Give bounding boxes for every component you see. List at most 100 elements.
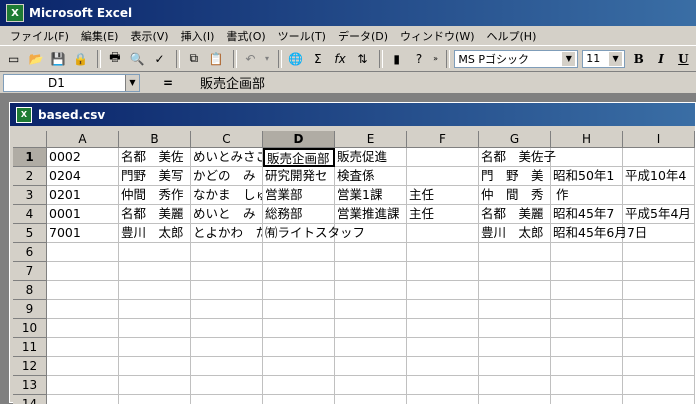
cell-h4[interactable]: 昭和45年7: [551, 205, 623, 224]
cell-g12[interactable]: [479, 357, 551, 376]
column-header-g[interactable]: G: [479, 131, 551, 148]
menu-edit[interactable]: 編集(E): [75, 28, 125, 44]
row-header-6[interactable]: 6: [13, 243, 47, 262]
menu-format[interactable]: 書式(O): [220, 28, 271, 44]
cell-h10[interactable]: [551, 319, 623, 338]
column-header-a[interactable]: A: [47, 131, 119, 148]
row-header-2[interactable]: 2: [13, 167, 47, 186]
cell-d4[interactable]: 総務部: [263, 205, 335, 224]
menu-help[interactable]: ヘルプ(H): [481, 28, 543, 44]
column-header-i[interactable]: I: [623, 131, 695, 148]
copy-icon[interactable]: ⧉: [184, 49, 203, 69]
cell-g8[interactable]: [479, 281, 551, 300]
font-size-select[interactable]: 11 ▼: [582, 49, 626, 68]
cell-c7[interactable]: [191, 262, 263, 281]
cell-c5[interactable]: とよかわ た: [191, 224, 263, 243]
column-header-h[interactable]: H: [551, 131, 623, 148]
cell-b9[interactable]: [119, 300, 191, 319]
cell-g1[interactable]: 名都 美佐子: [479, 148, 556, 167]
cell-c10[interactable]: [191, 319, 263, 338]
print-preview-icon[interactable]: 🔍: [128, 49, 147, 69]
cell-e11[interactable]: [335, 338, 407, 357]
cell-c3[interactable]: なかま しゅ: [191, 186, 263, 205]
menu-insert[interactable]: 挿入(I): [175, 28, 221, 44]
chevron-down-icon[interactable]: ▼: [125, 74, 139, 91]
menu-tools[interactable]: ツール(T): [272, 28, 332, 44]
chart-wizard-icon[interactable]: ▮: [387, 49, 406, 69]
cell-h2[interactable]: 昭和50年1: [551, 167, 623, 186]
cell-b7[interactable]: [119, 262, 191, 281]
cell-g13[interactable]: [479, 376, 551, 395]
cell-a9[interactable]: [47, 300, 119, 319]
cell-b8[interactable]: [119, 281, 191, 300]
column-header-f[interactable]: F: [407, 131, 479, 148]
cell-a6[interactable]: [47, 243, 119, 262]
cell-b10[interactable]: [119, 319, 191, 338]
menu-data[interactable]: データ(D): [332, 28, 394, 44]
cell-f1[interactable]: [407, 148, 479, 167]
cell-b1[interactable]: 名都 美佐: [119, 148, 191, 167]
cell-d11[interactable]: [263, 338, 335, 357]
cell-c8[interactable]: [191, 281, 263, 300]
cell-f13[interactable]: [407, 376, 479, 395]
undo-icon[interactable]: ↶: [241, 49, 260, 69]
cell-d3[interactable]: 営業部: [263, 186, 335, 205]
italic-button[interactable]: I: [651, 49, 670, 69]
cell-e1[interactable]: 販売促進: [335, 148, 407, 167]
row-header-4[interactable]: 4: [13, 205, 47, 224]
cell-e7[interactable]: [335, 262, 407, 281]
cell-g11[interactable]: [479, 338, 551, 357]
cell-h12[interactable]: [551, 357, 623, 376]
row-header-7[interactable]: 7: [13, 262, 47, 281]
cell-i2[interactable]: 平成10年4: [623, 167, 695, 186]
cell-i10[interactable]: [623, 319, 695, 338]
spelling-icon[interactable]: ✓: [150, 49, 169, 69]
cell-h13[interactable]: [551, 376, 623, 395]
cell-d1[interactable]: 販売企画部: [263, 148, 335, 167]
cell-d10[interactable]: [263, 319, 335, 338]
formula-input[interactable]: 販売企画部: [196, 74, 696, 92]
cell-g4[interactable]: 名都 美麗: [479, 205, 551, 224]
cell-c13[interactable]: [191, 376, 263, 395]
cell-c6[interactable]: [191, 243, 263, 262]
menu-view[interactable]: 表示(V): [124, 28, 174, 44]
cell-c2[interactable]: かどの み: [191, 167, 263, 186]
row-header-3[interactable]: 3: [13, 186, 47, 205]
cell-h9[interactable]: [551, 300, 623, 319]
cell-a12[interactable]: [47, 357, 119, 376]
cell-e13[interactable]: [335, 376, 407, 395]
hyperlink-icon[interactable]: 🌐: [286, 49, 305, 69]
cell-b13[interactable]: [119, 376, 191, 395]
cell-a10[interactable]: [47, 319, 119, 338]
row-header-11[interactable]: 11: [13, 338, 47, 357]
cell-f10[interactable]: [407, 319, 479, 338]
cell-c11[interactable]: [191, 338, 263, 357]
cell-i9[interactable]: [623, 300, 695, 319]
cell-f12[interactable]: [407, 357, 479, 376]
column-header-b[interactable]: B: [119, 131, 191, 148]
cell-g2[interactable]: 門 野 美: [479, 167, 551, 186]
cell-f6[interactable]: [407, 243, 479, 262]
cell-b11[interactable]: [119, 338, 191, 357]
function-icon[interactable]: fx: [330, 49, 349, 69]
cell-g5[interactable]: 豊川 太郎: [479, 224, 551, 243]
cell-b4[interactable]: 名都 美麗: [119, 205, 191, 224]
cell-b6[interactable]: [119, 243, 191, 262]
cell-i12[interactable]: [623, 357, 695, 376]
column-header-d[interactable]: D: [263, 131, 335, 148]
name-box[interactable]: D1 ▼: [3, 73, 140, 92]
menu-window[interactable]: ウィンドウ(W): [394, 28, 480, 44]
cell-h1[interactable]: [551, 148, 623, 167]
cell-e4[interactable]: 営業推進課: [335, 205, 407, 224]
cell-e9[interactable]: [335, 300, 407, 319]
cell-d5[interactable]: ㈲ライトスタッフ: [263, 224, 365, 243]
cell-a13[interactable]: [47, 376, 119, 395]
cell-d2[interactable]: 研究開発セ: [263, 167, 335, 186]
cell-f4[interactable]: 主任: [407, 205, 479, 224]
cell-e10[interactable]: [335, 319, 407, 338]
save-icon[interactable]: 💾: [49, 49, 68, 69]
row-header-13[interactable]: 13: [13, 376, 47, 395]
menu-file[interactable]: ファイル(F): [4, 28, 75, 44]
row-header-5[interactable]: 5: [13, 224, 47, 243]
cell-g7[interactable]: [479, 262, 551, 281]
